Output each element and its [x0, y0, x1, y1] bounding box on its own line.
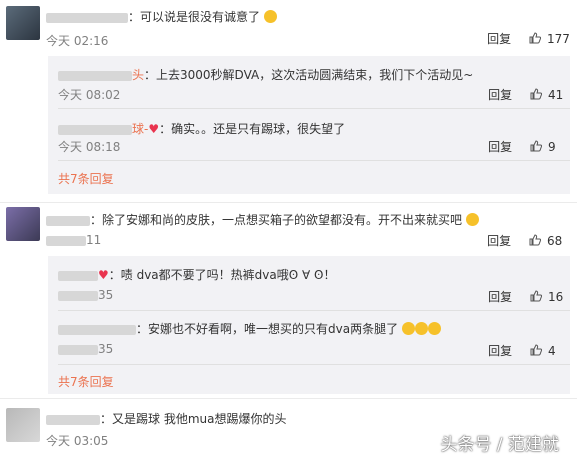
thumbs-up-icon: [529, 32, 541, 44]
reply-text: ：啧 dva都不要了吗！热裤dva哦ʘ ∀ ʘ！: [108, 268, 336, 282]
thumbs-up-icon: [529, 234, 541, 246]
comment-actions: 回复 68: [471, 232, 569, 249]
reply-button[interactable]: 回复: [471, 30, 511, 47]
comment-actions: 回复 177: [471, 30, 570, 47]
comment-line: ：除了安娜和尚的皮肤，一点想买箱子的欲望都没有。开不出来就买吧: [46, 211, 479, 228]
comment-text: ：又是踢球 我他mua想踢爆你的头: [100, 412, 287, 426]
emoji-icon: [401, 322, 415, 335]
comment-divider: [0, 398, 577, 399]
comment-text: ：可以说是很没有诚意了: [128, 10, 261, 24]
reply-line: ♥：啧 dva都不要了吗！热裤dva哦ʘ ∀ ʘ！: [58, 266, 335, 283]
more-replies-link[interactable]: 共7条回复: [58, 170, 114, 187]
more-replies-link[interactable]: 共7条回复: [58, 373, 114, 390]
like-count: 41: [548, 88, 564, 102]
comment-line: ：可以说是很没有诚意了: [46, 8, 277, 25]
emoji-icon: [427, 322, 441, 335]
emoji-icon: [414, 322, 428, 335]
like-button[interactable]: 177: [529, 32, 570, 46]
reply-button[interactable]: 回复: [472, 138, 512, 155]
reply-button[interactable]: 回复: [472, 342, 512, 359]
reply-line: 头：上去3000秒解DVA，这次活动圆满结束，我们下个活动见~: [58, 66, 473, 83]
watermark: 头条号 / 范建就: [440, 435, 559, 455]
reply-list: 头：上去3000秒解DVA，这次活动圆满结束，我们下个活动见~ 今天 08:02…: [48, 56, 570, 194]
like-count: 68: [547, 234, 563, 248]
timestamp-blur: [58, 344, 98, 355]
like-count: 177: [547, 32, 570, 46]
comment-line: ：又是踢球 我他mua想踢爆你的头: [46, 410, 286, 427]
reply-username[interactable]: [58, 270, 98, 281]
reply-text: ：上去3000秒解DVA，这次活动圆满结束，我们下个活动见~: [144, 68, 474, 82]
avatar[interactable]: [6, 6, 40, 40]
reply-button[interactable]: 回复: [472, 288, 512, 305]
emoji-icon: [465, 213, 479, 226]
reply-separator: [58, 364, 570, 365]
reply-list: ♥：啧 dva都不要了吗！热裤dva哦ʘ ∀ ʘ！ 35 回复 16 ：安娜也不…: [48, 256, 570, 394]
reply-timestamp: 35: [58, 288, 113, 302]
heart-icon: ♥: [98, 268, 109, 282]
thumbs-up-icon: [530, 140, 542, 152]
thumbs-up-icon: [530, 344, 542, 356]
reply-username[interactable]: [58, 324, 136, 335]
like-button[interactable]: 41: [530, 88, 570, 102]
reply-actions: 回复 4: [472, 342, 570, 359]
reply-button[interactable]: 回复: [472, 86, 512, 103]
comment-divider: [0, 202, 577, 203]
reply-timestamp: 今天 08:02: [58, 88, 121, 102]
reply-separator: [58, 310, 570, 311]
timestamp: 今天 03:05: [46, 434, 109, 448]
reply-actions: 回复 9: [472, 138, 570, 155]
username[interactable]: [46, 215, 90, 226]
username[interactable]: [46, 414, 100, 425]
reply-username[interactable]: [58, 124, 132, 135]
timestamp-text: 11: [86, 233, 102, 247]
reply-text: ：安娜也不好看啊，唯一想买的只有dva两条腿了: [136, 322, 399, 336]
like-count: 16: [548, 290, 564, 304]
reply-username-suffix[interactable]: 球-: [132, 122, 148, 136]
timestamp-text: 35: [98, 342, 114, 356]
comment-text: ：除了安娜和尚的皮肤，一点想买箱子的欲望都没有。开不出来就买吧: [90, 213, 463, 227]
like-button[interactable]: 4: [530, 344, 570, 358]
thumbs-up-icon: [530, 290, 542, 302]
timestamp: 11: [46, 233, 101, 247]
heart-icon: ♥: [148, 122, 160, 136]
reply-actions: 回复 41: [472, 86, 570, 103]
avatar[interactable]: [6, 207, 40, 241]
like-count: 4: [548, 344, 556, 358]
reply-line: ：安娜也不好看啊，唯一想买的只有dva两条腿了: [58, 320, 441, 337]
thumbs-up-icon: [530, 88, 542, 100]
timestamp-blur: [58, 290, 98, 301]
reply-text: ：确实。。还是只有踢球，很失望了: [159, 122, 346, 136]
reply-username-suffix[interactable]: 头: [132, 68, 144, 82]
reply-username[interactable]: [58, 70, 132, 81]
timestamp-text: 35: [98, 288, 114, 302]
timestamp-blur: [46, 235, 86, 246]
avatar[interactable]: [6, 408, 40, 442]
reply-actions: 回复 16: [472, 288, 570, 305]
reply-separator: [58, 108, 570, 109]
like-count: 9: [548, 140, 556, 154]
like-button[interactable]: 9: [530, 140, 570, 154]
emoji-icon: [263, 10, 277, 23]
reply-button[interactable]: 回复: [471, 232, 511, 249]
timestamp: 今天 02:16: [46, 34, 109, 48]
username[interactable]: [46, 12, 128, 23]
reply-timestamp: 35: [58, 342, 113, 356]
like-button[interactable]: 16: [530, 290, 570, 304]
like-button[interactable]: 68: [529, 234, 569, 248]
reply-line: 球-♥：确实。。还是只有踢球，很失望了: [58, 120, 345, 137]
reply-timestamp: 今天 08:18: [58, 140, 121, 154]
reply-separator: [58, 160, 570, 161]
